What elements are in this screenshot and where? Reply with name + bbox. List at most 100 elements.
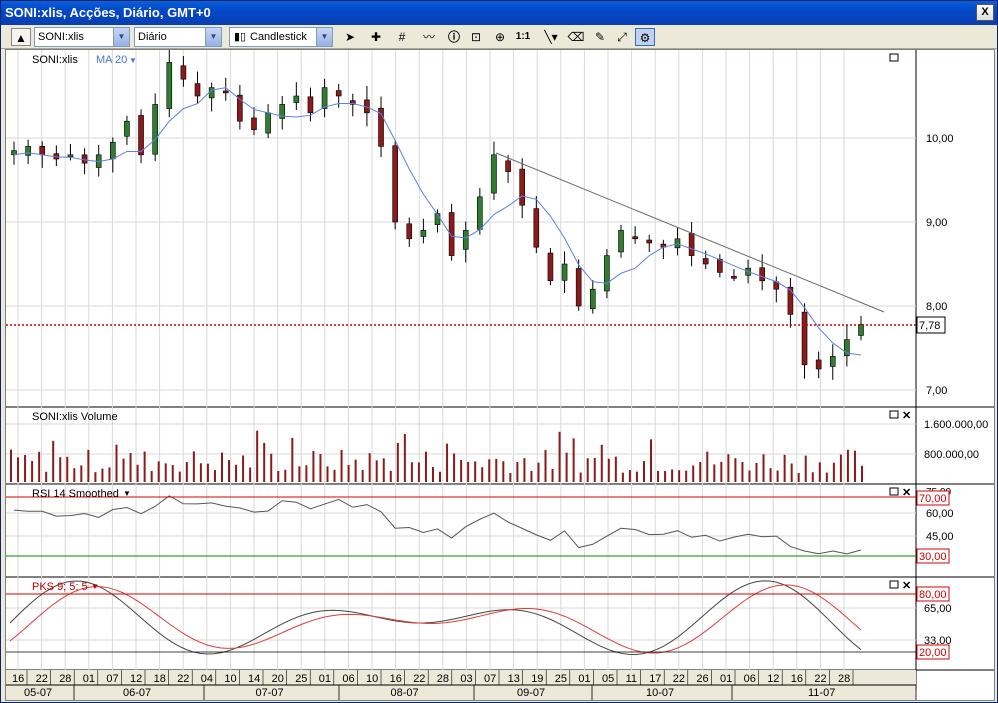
chart-area[interactable]: 7,78 SONI:xlis MA 20 ▼ 10,00 9,00 8,00 7…	[5, 49, 995, 701]
ma-legend[interactable]: MA 20	[96, 54, 127, 66]
candle-body[interactable]	[39, 146, 46, 156]
volume-bar	[220, 452, 223, 482]
candle-body[interactable]	[717, 258, 723, 273]
candle-body[interactable]	[208, 87, 215, 99]
period-select[interactable]: Diário ▼	[134, 27, 222, 47]
chevron-down-icon[interactable]: ▼	[113, 28, 129, 46]
title-bar: SONI:xlis, Acções, Diário, GMT+0 X	[1, 1, 997, 25]
candle-body[interactable]	[561, 263, 568, 281]
volume-pane[interactable]	[10, 430, 863, 482]
zoom-1to1-button[interactable]: 1:1	[513, 28, 533, 46]
candle-body[interactable]	[589, 288, 596, 310]
candle-body[interactable]	[138, 115, 144, 156]
candle-body[interactable]	[505, 160, 511, 172]
candle-body[interactable]	[829, 356, 836, 367]
candle-body[interactable]	[420, 230, 427, 237]
info-icon[interactable]: ⓘ	[445, 28, 463, 46]
candle-body[interactable]	[265, 112, 271, 134]
volume-legend[interactable]: SONI:xlis Volume	[32, 411, 118, 423]
maximize-icon[interactable]	[889, 580, 899, 589]
candle-body[interactable]	[787, 286, 794, 315]
chevron-down-icon[interactable]: ▼	[129, 56, 137, 65]
x-day-label: 16	[12, 673, 24, 685]
candle-body[interactable]	[307, 96, 314, 114]
price-tick: 9,00	[926, 217, 947, 229]
cursor-icon[interactable]: ➤	[341, 28, 359, 46]
candle-body[interactable]	[674, 238, 681, 249]
candle-body[interactable]	[392, 145, 398, 223]
volume-bar	[720, 461, 723, 482]
grid-icon[interactable]: #	[393, 28, 411, 46]
x-day-label: 11	[626, 673, 637, 685]
candle-body[interactable]	[688, 233, 695, 256]
indicator-icon[interactable]: 〰	[417, 28, 441, 46]
candle-body[interactable]	[618, 230, 624, 253]
candle-body[interactable]	[759, 267, 765, 282]
chart-type-select[interactable]: ▮▯ Candlestick ▼	[229, 27, 333, 47]
candle-body[interactable]	[646, 239, 653, 244]
candle-body[interactable]	[731, 276, 737, 279]
candle-body[interactable]	[604, 255, 610, 292]
candle-body[interactable]	[533, 208, 540, 248]
crosshair-icon[interactable]: ✚	[365, 28, 387, 46]
pks-pane[interactable]	[9, 580, 862, 655]
candle-body[interactable]	[293, 95, 300, 103]
maximize-icon[interactable]	[889, 487, 899, 496]
paint-icon[interactable]: ✎	[591, 28, 609, 46]
candle-body[interactable]	[335, 90, 342, 97]
candle-body[interactable]	[67, 154, 74, 158]
volume-bar	[45, 471, 48, 482]
chart-svg[interactable]: 7,78 SONI:xlis MA 20 ▼ 10,00 9,00 8,00 7…	[6, 50, 994, 700]
candle-body[interactable]	[180, 65, 187, 80]
active-tool-icon[interactable]: ⚙	[635, 28, 655, 46]
close-pane-icon[interactable]: ✕	[902, 487, 911, 499]
eraser-icon[interactable]: ⌫	[567, 28, 585, 46]
candle-body[interactable]	[632, 236, 638, 240]
scroll-up-icon[interactable]: ▲	[11, 28, 31, 46]
chevron-down-icon[interactable]: ▼	[123, 489, 131, 498]
candle-body[interactable]	[222, 90, 229, 94]
zoom-icon[interactable]: ⊕	[491, 28, 509, 46]
candle-body[interactable]	[858, 324, 864, 336]
candle-body[interactable]	[194, 83, 201, 97]
trendline-icon[interactable]: ╲▾	[539, 28, 563, 46]
candle-body[interactable]	[801, 311, 808, 366]
chevron-down-icon[interactable]: ▼	[316, 28, 332, 46]
candle-body[interactable]	[124, 120, 130, 137]
candle-body[interactable]	[152, 104, 158, 155]
candle-body[interactable]	[491, 154, 497, 194]
candle-body[interactable]	[547, 252, 554, 282]
price-legend[interactable]: SONI:xlis	[32, 54, 78, 66]
maximize-icon[interactable]	[889, 410, 899, 419]
rsi-legend[interactable]: RSI 14 Smoothed	[32, 488, 119, 500]
rsi-pane[interactable]	[13, 495, 862, 555]
close-pane-icon[interactable]: ✕	[902, 580, 911, 592]
period-value: Diário	[138, 31, 167, 43]
magic-icon[interactable]: ⤢	[613, 28, 631, 46]
candle-body[interactable]	[321, 87, 328, 109]
candle-body[interactable]	[702, 258, 709, 265]
candle-body[interactable]	[519, 168, 526, 206]
volume-bar	[593, 457, 596, 482]
pks-legend[interactable]: PKS 9; 5; 5	[32, 581, 88, 593]
zoom-area-icon[interactable]: ⊡	[467, 28, 485, 46]
close-button[interactable]: X	[976, 4, 994, 21]
candle-body[interactable]	[815, 359, 822, 370]
x-day-label: 12	[767, 673, 779, 685]
close-pane-icon[interactable]: ✕	[902, 410, 911, 422]
candle-body[interactable]	[575, 268, 582, 307]
candle-body[interactable]	[25, 146, 31, 156]
symbol-select[interactable]: SONI:xlis ▼	[34, 27, 130, 47]
chevron-down-icon[interactable]: ▼	[205, 28, 221, 46]
candle-body[interactable]	[251, 117, 257, 130]
candle-body[interactable]	[477, 196, 483, 230]
x-day-label: 07	[484, 673, 496, 685]
candle-body[interactable]	[406, 223, 413, 240]
candle-body[interactable]	[166, 62, 173, 109]
chart-type-value: Candlestick	[250, 31, 307, 43]
chart-window: SONI:xlis, Acções, Diário, GMT+0 X ▲ SON…	[0, 0, 998, 703]
chevron-down-icon[interactable]: ▼	[91, 582, 99, 591]
candle-body[interactable]	[462, 230, 469, 250]
candle-body[interactable]	[110, 141, 116, 160]
candle-body[interactable]	[81, 154, 88, 164]
